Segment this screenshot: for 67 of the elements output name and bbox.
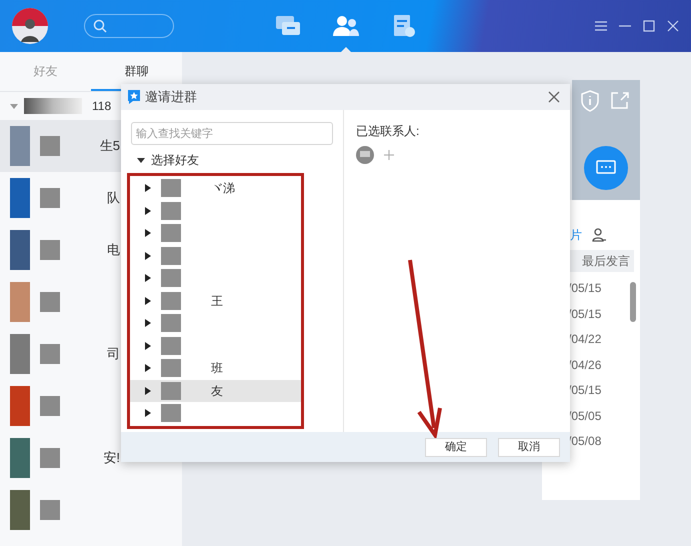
group-name: 司	[107, 345, 120, 364]
mosaic-block	[40, 188, 60, 208]
dialog-button[interactable]: 确定	[425, 438, 487, 456]
mosaic-block	[161, 314, 181, 332]
mosaic-block	[40, 344, 60, 364]
mosaic-block	[161, 336, 181, 355]
contact-avatar	[356, 146, 374, 164]
search-field[interactable]	[84, 14, 174, 38]
expand-icon[interactable]	[145, 274, 151, 282]
scrollbar	[630, 282, 636, 322]
star-icon	[127, 89, 141, 105]
mosaic-block	[161, 404, 181, 422]
chat-icon	[275, 15, 301, 37]
group-item[interactable]: 安!	[0, 432, 182, 484]
mosaic-block	[161, 382, 181, 400]
expand-icon[interactable]	[145, 229, 151, 238]
group-item[interactable]: 电	[0, 224, 182, 276]
people-icon	[332, 15, 360, 37]
close-icon[interactable]	[548, 91, 560, 103]
friend-name: 友	[211, 382, 223, 400]
friend-name: ヾ涕	[211, 180, 235, 198]
expand-icon[interactable]	[145, 409, 151, 418]
mosaic-block	[161, 292, 181, 310]
friend-row[interactable]: 友	[130, 380, 301, 402]
group-name: 队	[107, 189, 120, 208]
expand-icon[interactable]	[145, 364, 151, 372]
search-icon	[93, 19, 107, 33]
selected-title: 已选联系人:	[356, 123, 420, 140]
expand-icon[interactable]	[145, 319, 151, 328]
expand-icon[interactable]	[145, 206, 151, 215]
caret-icon[interactable]	[137, 158, 145, 162]
mosaic-block	[24, 98, 82, 114]
mosaic-block	[40, 240, 60, 260]
menu-icon[interactable]	[595, 20, 607, 32]
mosaic-block	[161, 179, 181, 198]
search-field[interactable]: 输入查找关键字	[131, 122, 333, 145]
mosaic-block	[40, 396, 60, 416]
mosaic-block	[161, 246, 181, 265]
expand-icon[interactable]	[145, 296, 151, 305]
group-name: 生5	[100, 137, 120, 156]
group-name: 电	[107, 241, 120, 260]
avatar	[12, 8, 48, 44]
mosaic-block	[161, 359, 181, 378]
dialog-button[interactable]: 取消	[498, 438, 560, 456]
friend-name: 班	[211, 360, 223, 378]
mosaic-block	[40, 136, 60, 156]
expand-icon[interactable]	[145, 342, 151, 350]
selected-pointer	[341, 47, 351, 52]
friend-name: 王	[211, 292, 223, 310]
group-name: 安!	[103, 449, 120, 468]
expand-icon[interactable]	[145, 184, 151, 192]
expand-icon[interactable]	[145, 252, 151, 260]
mosaic-block	[161, 269, 181, 288]
expand-icon[interactable]	[145, 386, 151, 395]
mosaic-block	[161, 202, 181, 220]
friend-row[interactable]: 王	[130, 290, 301, 312]
mosaic-block	[40, 448, 60, 468]
document-icon	[392, 14, 416, 38]
maximize-icon[interactable]	[643, 20, 655, 32]
dialog-title: 邀请进群	[145, 88, 197, 106]
mosaic-block	[40, 500, 60, 520]
mosaic-block	[40, 292, 60, 312]
person-icon[interactable]	[592, 228, 606, 242]
group-count: 118	[92, 98, 112, 115]
chat-bubble-icon	[596, 160, 616, 176]
mosaic-block	[161, 224, 181, 242]
tab-fragment[interactable]: 片	[570, 226, 582, 244]
